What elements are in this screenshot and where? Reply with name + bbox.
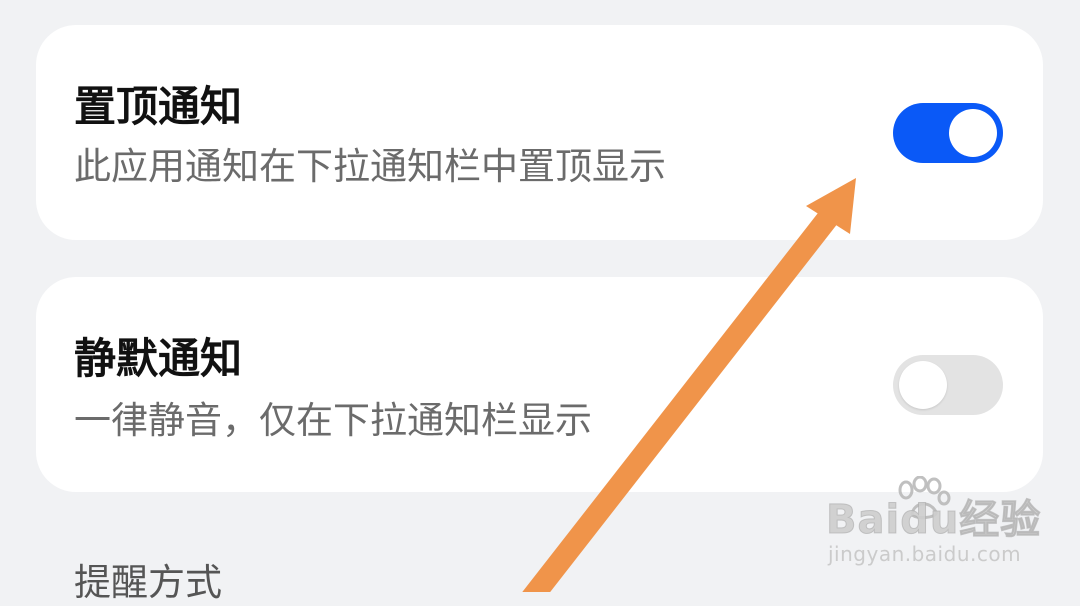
silent-notification-toggle[interactable] (893, 355, 1003, 415)
pin-notification-title: 置顶通知 (74, 82, 243, 131)
pin-notification-card: 置顶通知 此应用通知在下拉通知栏中置顶显示 (36, 25, 1043, 240)
alert-method-header: 提醒方式 (74, 561, 222, 604)
watermark-brand: Baidu经验 (825, 497, 1042, 543)
baidu-watermark: Baidu经验 jingyan.baidu.com (825, 476, 1041, 576)
watermark-url: jingyan.baidu.com (828, 542, 1022, 566)
pin-notification-toggle[interactable] (893, 103, 1003, 163)
silent-notification-description: 一律静音，仅在下拉通知栏显示 (74, 399, 592, 442)
silent-notification-card: 静默通知 一律静音，仅在下拉通知栏显示 (36, 277, 1043, 492)
pin-notification-description: 此应用通知在下拉通知栏中置顶显示 (74, 145, 666, 188)
toggle-knob (899, 361, 947, 409)
silent-notification-title: 静默通知 (74, 334, 243, 383)
toggle-knob (949, 109, 997, 157)
